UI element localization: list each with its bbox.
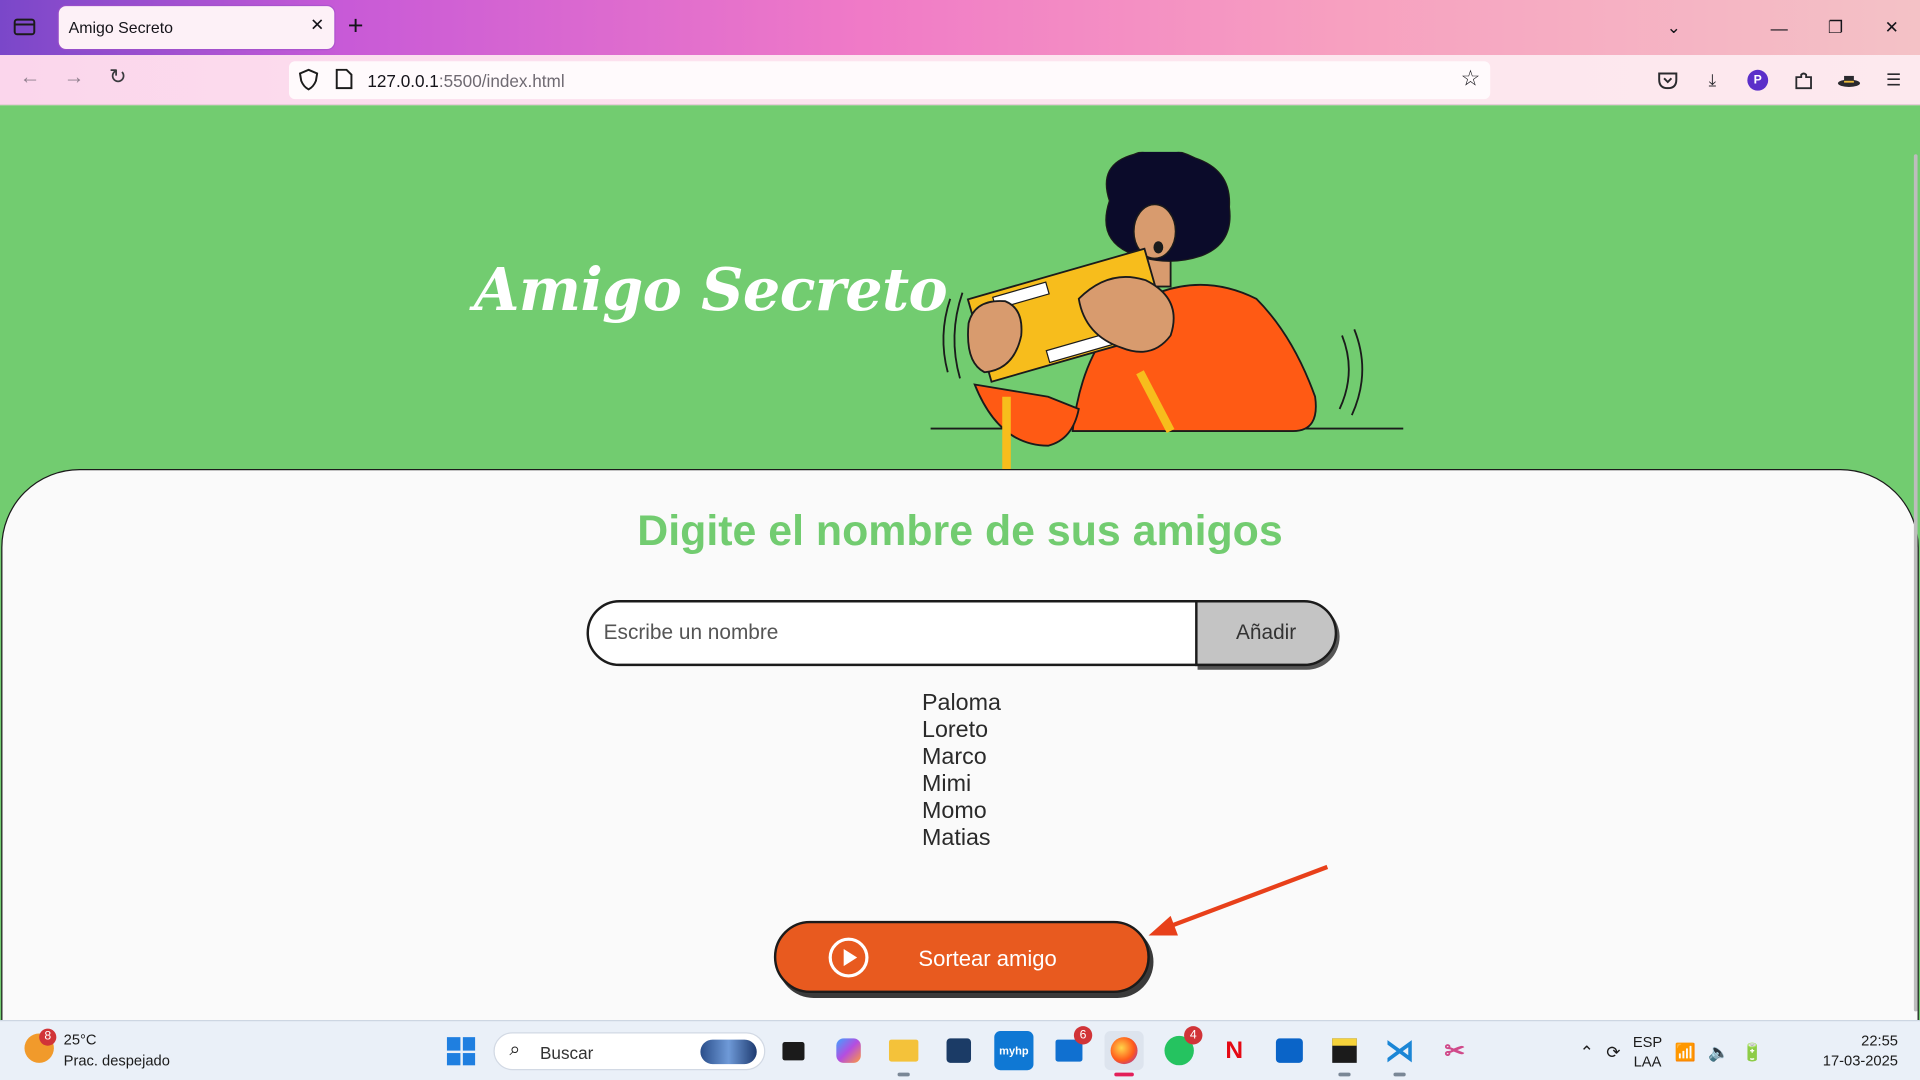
weather-badge: 8 [39,1028,57,1046]
tab-title: Amigo Secreto [68,18,173,37]
language-indicator[interactable]: ESP LAA [1633,1032,1662,1071]
profile-icon[interactable]: P [1744,66,1772,94]
sticky-notes-icon[interactable] [1325,1031,1364,1077]
page-title: Amigo Secreto [473,255,948,325]
extensions-icon[interactable] [1789,66,1817,94]
netflix-icon[interactable]: N [1215,1031,1254,1070]
search-highlight-image [700,1039,757,1065]
play-icon [828,937,869,978]
volume-icon[interactable]: 🔈 [1708,1041,1729,1062]
url-host: 127.0.0.1 [367,71,439,91]
gift-illustration-image [930,151,1404,473]
file-explorer-icon[interactable] [884,1031,923,1077]
toolbar-right: ⤓ P ☰ [1653,55,1908,105]
friends-list: Paloma Loreto Marco Mimi Momo Matias [922,691,1001,853]
url-bar[interactable]: 127.0.0.1:5500/index.html ☆ [288,61,1491,100]
tab-list-icon[interactable] [10,12,39,41]
menu-icon[interactable]: ☰ [1880,66,1908,94]
outlook-icon[interactable] [1270,1031,1309,1070]
list-item: Paloma [922,690,1001,717]
navigation-bar: ← → ↻ 127.0.0.1:5500/index.html ☆ ⤓ P ☰ [0,55,1920,106]
pinned-apps: myhp 6 4 N ⋊ ✂ [774,1026,1474,1077]
task-view-icon[interactable] [774,1031,813,1070]
shield-icon[interactable] [298,68,319,96]
vscode-icon[interactable]: ⋊ [1380,1031,1419,1077]
search-icon: ⌕ [509,1039,521,1061]
language-code: ESP [1632,1033,1663,1051]
draw-button-label: Sortear amigo [918,946,1057,972]
close-tab-icon[interactable]: ✕ [310,15,324,36]
clock-time: 22:55 [1861,1032,1898,1050]
tab-amigo-secreto[interactable]: Amigo Secreto ✕ [58,6,335,49]
taskbar: 8 25°C Prac. despejado ⌕ Buscar myhp 6 4… [0,1020,1920,1080]
forward-icon[interactable]: → [64,65,85,89]
reload-icon[interactable]: ↻ [109,65,126,89]
list-item: Matias [922,825,991,852]
annotation-arrow-icon [1148,864,1329,936]
myhp-icon[interactable]: myhp [994,1031,1034,1071]
close-window-icon[interactable]: ✕ [1864,17,1920,38]
extension-hat-icon[interactable] [1834,66,1862,94]
list-item: Loreto [922,717,989,744]
bookmark-star-icon[interactable]: ☆ [1461,66,1481,92]
mail-icon[interactable]: 6 [1049,1026,1093,1070]
clock-date: 17-03-2025 [1822,1051,1898,1069]
back-icon[interactable]: ← [20,65,41,89]
wifi-icon[interactable]: 📶 [1674,1041,1695,1062]
copilot-icon[interactable] [829,1031,868,1070]
restore-icon[interactable]: ❐ [1807,17,1863,38]
temperature[interactable]: 25°C [64,1031,97,1048]
add-button[interactable]: Añadir [1195,600,1338,667]
list-item: Marco [922,744,987,771]
draw-friend-button[interactable]: Sortear amigo [773,920,1150,994]
list-item: Mimi [922,771,972,798]
weather-description[interactable]: Prac. despejado [64,1052,170,1069]
section-heading: Digite el nombre de sus amigos [637,506,1283,555]
new-tab-button[interactable]: + [348,10,364,42]
battery-icon[interactable]: 🔋 [1742,1041,1763,1062]
download-icon[interactable]: ⤓ [1698,66,1726,94]
snipping-tool-icon[interactable]: ✂ [1435,1031,1474,1070]
mail-badge: 6 [1073,1026,1093,1045]
whatsapp-badge: 4 [1184,1026,1203,1045]
screen: Amigo Secreto ✕ + ⌄ — ❐ ✕ ← → ↻ 127.0.0.… [0,0,1920,1080]
firefox-icon[interactable] [1104,1031,1144,1077]
url-path: :5500/index.html [438,71,565,91]
name-input-row: Añadir [586,600,1338,667]
page-icon[interactable] [335,68,353,95]
list-all-tabs-icon[interactable]: ⌄ [1646,17,1702,38]
friends-card: Digite el nombre de sus amigos Añadir Pa… [1,468,1919,1021]
microsoft-store-icon[interactable] [939,1031,978,1070]
show-hidden-icons-icon[interactable]: ⌃ [1580,1041,1594,1062]
whatsapp-icon[interactable]: 4 [1160,1026,1203,1070]
web-page: Amigo Secreto Digite el nombre de sus am… [0,105,1920,1021]
minimize-icon[interactable]: — [1751,18,1807,38]
clock[interactable]: 22:55 17-03-2025 [1823,1031,1898,1070]
window-controls: ⌄ — ❐ ✕ [1646,0,1920,55]
name-input[interactable] [586,600,1199,667]
list-item: Momo [922,798,987,825]
pocket-icon[interactable] [1653,66,1681,94]
keyboard-layout: LAA [1633,1053,1662,1071]
tab-bar: Amigo Secreto ✕ + ⌄ — ❐ ✕ [0,0,1920,56]
search-label: Buscar [540,1043,594,1063]
page-scrollbar[interactable] [1913,154,1918,1012]
url-text[interactable]: 127.0.0.1:5500/index.html [367,71,564,91]
taskbar-search[interactable]: ⌕ Buscar [493,1032,766,1071]
sync-icon[interactable]: ⟳ [1606,1041,1620,1062]
system-tray: ⌃ ⟳ ESP LAA 📶 🔈 🔋 [1580,1031,1763,1073]
start-button[interactable] [446,1037,476,1066]
